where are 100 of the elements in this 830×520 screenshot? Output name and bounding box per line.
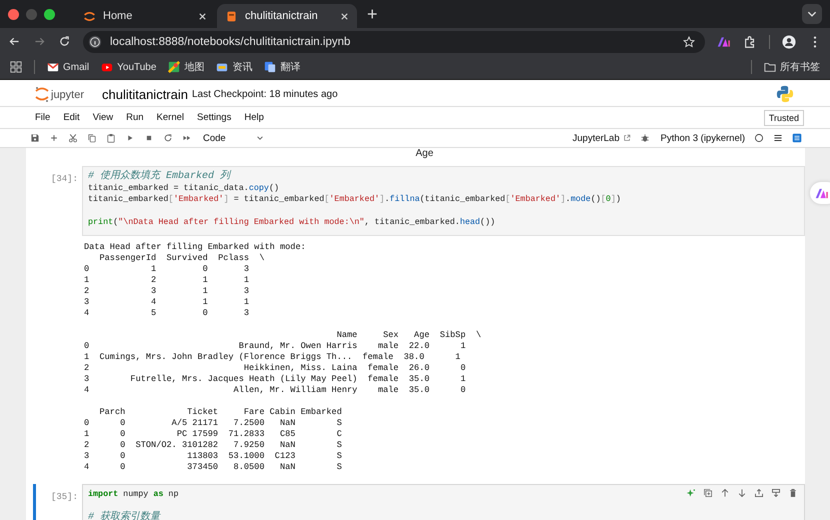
output-line: 0 0 A/5 21171 7.2500 NaN S bbox=[84, 418, 343, 428]
output-line: Data Head after filling Embarked with mode: bbox=[84, 242, 307, 252]
bookmark-star-icon[interactable] bbox=[683, 36, 695, 48]
jupyter-logo[interactable]: jupyter bbox=[34, 85, 94, 103]
output-line: Parch Ticket Fare Cabin Embarked bbox=[98, 406, 343, 418]
code-line: titanic_embarked['Embarked'] = titanic_embarked['Embarked'].fillna(titanic_embarked['Embarked'].mode()[0]) bbox=[88, 194, 621, 206]
restart-icon[interactable] bbox=[163, 133, 173, 143]
close-window-dot[interactable] bbox=[8, 8, 19, 20]
output-line: 3 0 113803 53.1000 C123 S bbox=[84, 450, 343, 462]
maximize-window-dot[interactable] bbox=[44, 8, 55, 20]
assistant-button[interactable] bbox=[810, 182, 830, 204]
cell-prompt: [35]: bbox=[50, 490, 79, 502]
reload-icon[interactable] bbox=[58, 35, 71, 48]
output-line: 3 Futrelle, Mrs. Jacques Heath (Lily May Peel) female 35.0 1 bbox=[84, 374, 467, 384]
all-bookmarks-link[interactable]: 所有书签 bbox=[764, 60, 820, 74]
forward-icon[interactable] bbox=[33, 35, 46, 48]
info-icon[interactable] bbox=[88, 34, 102, 48]
cut-icon[interactable] bbox=[68, 133, 78, 143]
output-line: 1 0 PC 17599 71.2833 C85 C bbox=[84, 428, 343, 440]
menu-icon[interactable] bbox=[773, 133, 783, 143]
output-line: 1 2 1 1 bbox=[84, 274, 250, 286]
news-icon bbox=[216, 61, 228, 73]
jupyterlab-link[interactable]: JupyterLab bbox=[572, 132, 631, 144]
browser-tab[interactable]: Home bbox=[75, 4, 215, 28]
paste-icon[interactable] bbox=[106, 133, 116, 143]
output-line: 4 0 373450 8.0500 NaN S bbox=[84, 462, 343, 472]
mail-icon bbox=[47, 61, 59, 73]
output-line: 4 5 0 3 bbox=[84, 308, 250, 318]
apps-grid-icon[interactable] bbox=[10, 61, 22, 73]
bookmark-link[interactable]: Gmail bbox=[47, 61, 90, 73]
arrow-up-icon[interactable] bbox=[720, 488, 730, 498]
minimize-window-dot[interactable] bbox=[26, 8, 37, 20]
bookmark-link[interactable]: 翻译 bbox=[264, 60, 300, 74]
menu-item[interactable]: Edit bbox=[63, 112, 80, 123]
stop-icon[interactable] bbox=[144, 133, 154, 143]
code-line: print("\nData Head after filling Embarked with mode:\n", titanic_embarked.head()) bbox=[88, 217, 496, 228]
output-line: Name Sex Age SibSp \ bbox=[336, 330, 482, 340]
menu-item[interactable]: File bbox=[35, 112, 50, 123]
kernel-name[interactable]: Python 3 (ipykernel) bbox=[660, 132, 745, 144]
menu-item[interactable]: View bbox=[92, 112, 114, 123]
new-tab-button[interactable]: + bbox=[359, 4, 386, 24]
menu-item[interactable]: Run bbox=[126, 112, 144, 123]
fast-forward-icon[interactable] bbox=[182, 133, 192, 143]
profile-avatar-icon[interactable] bbox=[782, 34, 796, 48]
output-line: 1 Cumings, Mrs. John Bradley (Florence Briggs Th... female 38.0 1 bbox=[84, 352, 462, 362]
insert-below-icon[interactable] bbox=[771, 488, 781, 498]
add-icon[interactable] bbox=[49, 133, 59, 143]
chevron-down-icon bbox=[256, 134, 264, 142]
insert-above-icon[interactable] bbox=[754, 488, 764, 498]
kernel-idle-circle-icon bbox=[754, 133, 764, 143]
play-icon bbox=[101, 61, 114, 73]
puzzle-icon[interactable] bbox=[743, 34, 757, 48]
extension-logo-icon[interactable] bbox=[717, 34, 731, 48]
bookmark-link[interactable]: 资讯 bbox=[216, 60, 252, 74]
map-pin-icon bbox=[168, 61, 180, 73]
cell-prompt: [34]: bbox=[50, 173, 79, 184]
menu-item[interactable]: Kernel bbox=[156, 112, 184, 123]
cell-type-dropdown[interactable]: Code bbox=[203, 132, 264, 144]
assistant-logo-icon bbox=[815, 188, 829, 198]
property-inspector-icon[interactable] bbox=[792, 133, 802, 143]
output-line: 0 Braund, Mr. Owen Harris male 22.0 1 bbox=[84, 340, 467, 352]
output-line: 2 Heikkinen, Miss. Laina female 26.0 0 bbox=[84, 362, 467, 374]
jupyter-logo-icon bbox=[83, 10, 96, 22]
bug-icon[interactable] bbox=[640, 133, 650, 143]
code-editor[interactable] bbox=[82, 166, 805, 236]
folder-icon bbox=[764, 61, 776, 73]
sparkle-icon[interactable] bbox=[686, 488, 696, 498]
duplicate-icon[interactable] bbox=[703, 488, 713, 498]
copy-icon[interactable] bbox=[87, 133, 97, 143]
active-cell-bar bbox=[33, 484, 36, 520]
run-icon[interactable] bbox=[125, 133, 135, 143]
bookmark-link[interactable]: 地图 bbox=[168, 60, 204, 74]
browser-tab[interactable]: chulititanictrain bbox=[217, 4, 357, 28]
output-line: 2 3 1 3 bbox=[84, 286, 250, 296]
output-line: 3 4 1 1 bbox=[84, 296, 250, 308]
close-tab-icon[interactable] bbox=[198, 12, 207, 20]
notebook-name[interactable]: chulititanictrain bbox=[102, 86, 188, 102]
menu-item[interactable]: Help bbox=[244, 112, 264, 123]
code-line: import numpy as np bbox=[88, 488, 178, 500]
axis-label: Age bbox=[414, 148, 434, 160]
tab-search-chevron-icon[interactable] bbox=[802, 4, 822, 24]
address-field[interactable]: localhost:8888/notebooks/chulititanictrain.ipynb bbox=[83, 30, 705, 52]
menu-item[interactable]: Settings bbox=[197, 112, 232, 123]
bookmark-link[interactable]: YouTube bbox=[101, 61, 156, 73]
output-line: 4 Allen, Mr. William Henry male 35.0 0 bbox=[84, 384, 467, 396]
code-line: # 使用众数填充 Embarked 列 bbox=[88, 171, 230, 182]
delete-icon[interactable] bbox=[788, 488, 798, 498]
python-logo-icon bbox=[776, 85, 794, 103]
output-line: 2 0 STON/O2. 3101282 7.9250 NaN S bbox=[84, 440, 343, 450]
back-icon[interactable] bbox=[8, 35, 21, 48]
trusted-badge[interactable]: Trusted bbox=[764, 110, 804, 126]
close-tab-icon[interactable] bbox=[340, 12, 349, 20]
arrow-down-icon[interactable] bbox=[737, 488, 747, 498]
checkpoint-status: Last Checkpoint: 18 minutes ago bbox=[192, 88, 338, 100]
code-editor[interactable]: import numpy as np # 获取索引数量 bbox=[82, 484, 805, 520]
translate-icon bbox=[264, 61, 276, 73]
output-line: PassengerId Survived Pclass \ bbox=[98, 252, 266, 264]
external-link-icon bbox=[622, 134, 631, 142]
save-icon[interactable] bbox=[30, 133, 40, 143]
output-line: 0 1 0 3 bbox=[84, 264, 250, 274]
